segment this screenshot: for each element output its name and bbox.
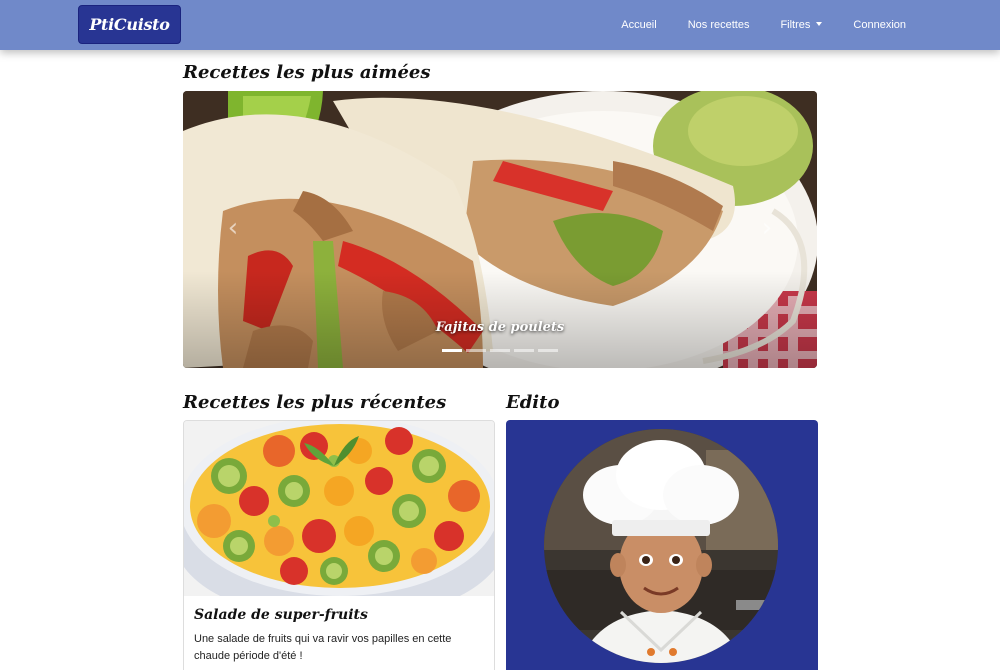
nav-link-recipes[interactable]: Nos recettes xyxy=(688,19,750,31)
carousel-indicator[interactable] xyxy=(442,349,462,352)
carousel-indicator[interactable] xyxy=(538,349,558,352)
nav-link-login[interactable]: Connexion xyxy=(853,19,906,31)
nav-links: Accueil Nos recettes Filtres Connexion xyxy=(590,0,906,50)
nav-dropdown-filters-label: Filtres xyxy=(780,19,811,31)
carousel-indicator[interactable] xyxy=(466,349,486,352)
recipe-card-description: Une salade de fruits qui va ravir vos pa… xyxy=(194,633,452,662)
carousel-next-icon[interactable]: › xyxy=(752,213,782,243)
popular-recipes-heading: Recettes les plus aimées xyxy=(183,62,431,83)
carousel-prev-icon[interactable]: ‹ xyxy=(218,213,248,243)
carousel-caption: Fajitas de poulets xyxy=(435,320,565,335)
recipe-card-title[interactable]: Salade de super-fruits xyxy=(194,607,368,623)
nav-dropdown-filters[interactable]: Filtres xyxy=(780,19,823,31)
popular-recipes-carousel[interactable]: ‹ › Fajitas de poulets xyxy=(183,91,817,368)
carousel-indicator[interactable] xyxy=(514,349,534,352)
caret-down-icon xyxy=(816,22,823,26)
fruit-salad-image xyxy=(184,421,494,596)
chef-child-image xyxy=(544,429,778,663)
navbar: PtiCuisto Accueil Nos recettes Filtres C… xyxy=(0,0,1000,50)
edito-panel xyxy=(506,420,818,670)
edito-heading: Edito xyxy=(506,392,560,413)
brand-logo-button[interactable]: PtiCuisto xyxy=(78,5,181,44)
nav-link-home[interactable]: Accueil xyxy=(621,19,656,31)
recent-recipes-heading: Recettes les plus récentes xyxy=(183,392,447,413)
carousel-indicator[interactable] xyxy=(490,349,510,352)
recipe-card[interactable]: Salade de super-fruits Une salade de fru… xyxy=(183,420,495,670)
carousel-indicators xyxy=(183,349,817,352)
